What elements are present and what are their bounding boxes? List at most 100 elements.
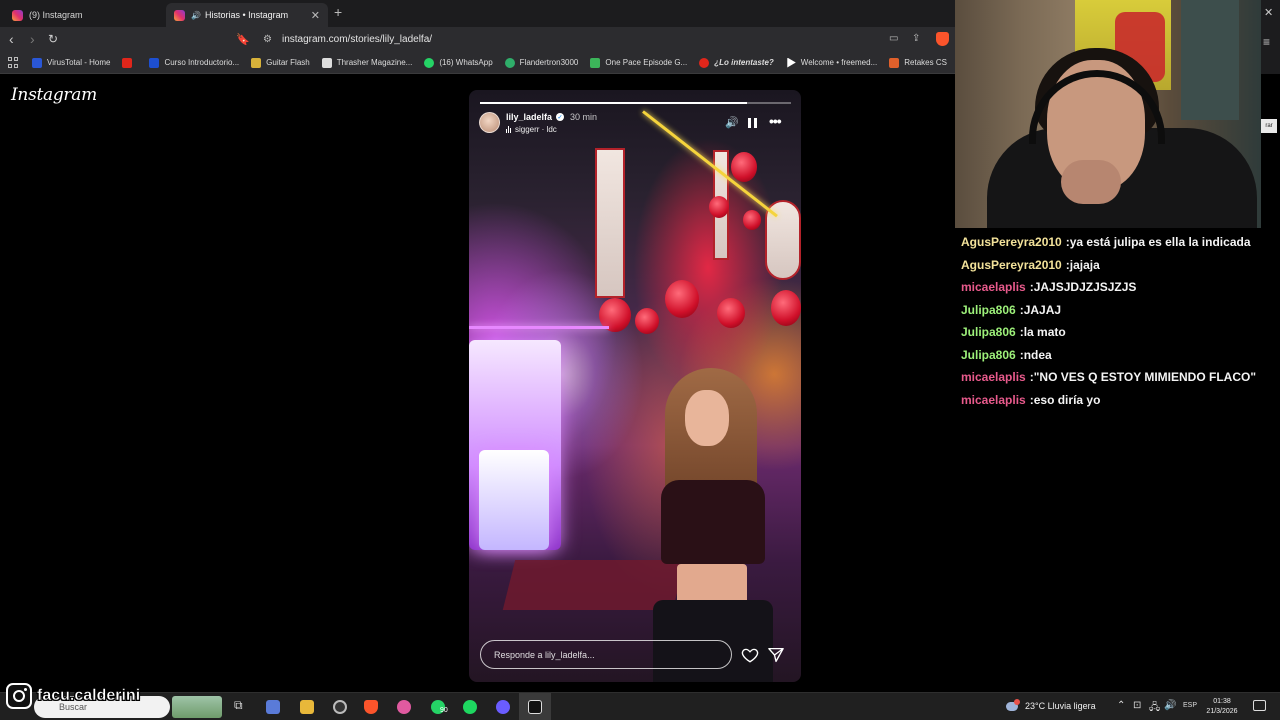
chat-text: "NO VES Q ESTOY MIMIENDO FLACO": [1033, 370, 1257, 385]
bookmark-icon[interactable]: 🔖: [236, 33, 250, 46]
course-icon: [149, 57, 160, 68]
chat-message: Julipa806: ndea: [961, 344, 1276, 367]
stream-chat: AgusPereyra2010: ya está julipa es ella …: [961, 231, 1276, 411]
chat-text: la mato: [1023, 325, 1066, 340]
browser-menu-icon[interactable]: ≡: [1263, 35, 1270, 49]
file-explorer-icon[interactable]: [300, 700, 314, 714]
chat-message: AgusPereyra2010: ya está julipa es ella …: [961, 231, 1276, 254]
reload-button[interactable]: ↻: [48, 32, 58, 46]
youtube-icon: [699, 57, 710, 68]
red-lantern: [635, 308, 659, 334]
bookmark-item[interactable]: Curso Introductorio...: [149, 57, 239, 68]
bookmark-item[interactable]: Guitar Flash: [251, 57, 310, 68]
apps-grid-icon[interactable]: [8, 57, 18, 68]
bookmark-item[interactable]: Retakes CS: [889, 57, 947, 68]
pause-button[interactable]: [748, 118, 757, 128]
bookmark-item[interactable]: Flandertron3000: [504, 57, 578, 68]
music-bars-icon: [506, 126, 511, 133]
task-view-icon[interactable]: ⧉: [234, 698, 243, 713]
chat-message: micaelaplis: eso diría yo: [961, 389, 1276, 412]
story-person: [645, 368, 787, 682]
clock[interactable]: 01:38 21/3/2026: [1203, 697, 1241, 717]
story-username[interactable]: lily_ladelfa: [506, 112, 552, 122]
chat-username: Julipa806: [961, 302, 1016, 317]
close-window-icon[interactable]: ✕: [1264, 6, 1273, 19]
story-viewer[interactable]: lily_ladelfa ✓ 30 min siggerr · ldc 🔊 ••…: [469, 90, 801, 682]
forward-button[interactable]: ›: [30, 31, 35, 47]
notification-icon[interactable]: [1253, 700, 1266, 711]
chat-text: ndea: [1023, 347, 1052, 362]
send-icon[interactable]: [767, 646, 785, 664]
brave-shields-icon[interactable]: [936, 32, 949, 46]
tab-instagram-feed[interactable]: (9) Instagram: [4, 3, 166, 27]
obs-icon[interactable]: [333, 700, 347, 714]
instagram-favicon-icon: [174, 9, 185, 21]
red-lantern: [771, 290, 801, 326]
spotify-icon[interactable]: [463, 700, 477, 714]
instagram-logo[interactable]: Instagram: [11, 85, 97, 105]
share-icon[interactable]: ⇪: [912, 33, 920, 44]
hanging-banner: [595, 148, 625, 298]
bookmark-item[interactable]: Thrasher Magazine...: [321, 57, 412, 68]
back-button[interactable]: ‹: [9, 31, 14, 47]
bookmark-item[interactable]: ¿Lo intentaste?: [699, 57, 774, 68]
speaker-icon[interactable]: 🔊: [191, 11, 201, 20]
story-header: lily_ladelfa ✓ 30 min siggerr · ldc 🔊 ••…: [479, 112, 791, 140]
app-icon[interactable]: [397, 700, 411, 714]
chat-username: Julipa806: [961, 347, 1016, 362]
site-settings-icon[interactable]: ⚙: [263, 34, 272, 45]
address-bar[interactable]: ⚙ instagram.com/stories/lily_ladelfa/: [254, 30, 954, 49]
discord-icon[interactable]: [496, 700, 510, 714]
volume-icon[interactable]: 🔊: [1164, 700, 1176, 711]
chat-message: AgusPereyra2010: jajaja: [961, 254, 1276, 277]
like-heart-icon[interactable]: [741, 646, 759, 664]
close-tab-icon[interactable]: ✕: [311, 9, 320, 22]
bookmark-item[interactable]: (16) WhatsApp: [424, 57, 493, 68]
network-icon[interactable]: 🖧: [1149, 700, 1160, 717]
chat-username: AgusPereyra2010: [961, 257, 1062, 272]
chat-text: JAJAJ: [1023, 302, 1062, 317]
new-tab-button[interactable]: +: [334, 4, 342, 20]
bookmark-item[interactable]: One Pace Episode G...: [590, 57, 687, 68]
tab-instagram-stories[interactable]: 🔊 Historias • Instagram ✕: [166, 3, 328, 27]
brave-browser-icon[interactable]: [364, 700, 378, 714]
bookmark-item[interactable]: VirusTotal - Home: [32, 57, 110, 68]
weather-text: 23°C Lluvia ligera: [1025, 701, 1096, 711]
chat-username: Julipa806: [961, 325, 1016, 340]
story-progress-bar: [480, 102, 791, 104]
chat-message: micaelaplis: JAJSJDJZJSJZJS: [961, 276, 1276, 299]
story-progress-fill: [480, 102, 748, 104]
music-label: siggerr · ldc: [515, 125, 557, 134]
windows-taskbar: Buscar ⧉ 90 23°C Lluvia ligera ⌃ ⊡ 🖧 🔊 E…: [0, 692, 1280, 720]
chat-text: eso diría yo: [1033, 392, 1101, 407]
url-text[interactable]: instagram.com/stories/lily_ladelfa/: [282, 34, 432, 45]
language-indicator[interactable]: ESP: [1183, 702, 1197, 709]
avatar[interactable]: [479, 112, 500, 133]
chat-message: Julipa806: la mato: [961, 321, 1276, 344]
chat-username: micaelaplis: [961, 280, 1026, 295]
epic-games-icon[interactable]: [528, 700, 542, 714]
whatsapp-icon: [424, 57, 435, 68]
chat-username: AgusPereyra2010: [961, 235, 1062, 250]
more-options-icon[interactable]: •••: [769, 113, 782, 129]
tray-app-icon[interactable]: ⊡: [1133, 700, 1141, 711]
chat-message: Julipa806: JAJAJ: [961, 299, 1276, 322]
tab-label: Historias • Instagram: [204, 10, 289, 20]
store-icon[interactable]: [266, 700, 280, 714]
red-lantern: [743, 210, 761, 230]
bookmarks-bar: VirusTotal - Home Curso Introductorio...…: [0, 52, 960, 74]
bookmark-item[interactable]: [122, 57, 137, 68]
tooltip: rar: [1261, 119, 1277, 133]
volume-icon[interactable]: 🔊: [725, 116, 739, 129]
chevron-up-icon[interactable]: ⌃: [1117, 700, 1125, 711]
instagram-icon: [6, 683, 32, 709]
weather-widget[interactable]: 23°C Lluvia ligera: [1006, 698, 1096, 711]
story-reply-input[interactable]: Responde a lily_ladelfa...: [480, 640, 732, 669]
story-music-tag[interactable]: siggerr · ldc: [506, 125, 557, 134]
bookmark-item[interactable]: Welcome • freemed...: [786, 57, 877, 68]
cast-icon[interactable]: ▭: [889, 33, 898, 44]
thrasher-icon: [321, 57, 332, 68]
onepace-icon: [590, 57, 601, 68]
flandertron-icon: [504, 57, 515, 68]
clock-time: 01:38: [1213, 698, 1231, 705]
